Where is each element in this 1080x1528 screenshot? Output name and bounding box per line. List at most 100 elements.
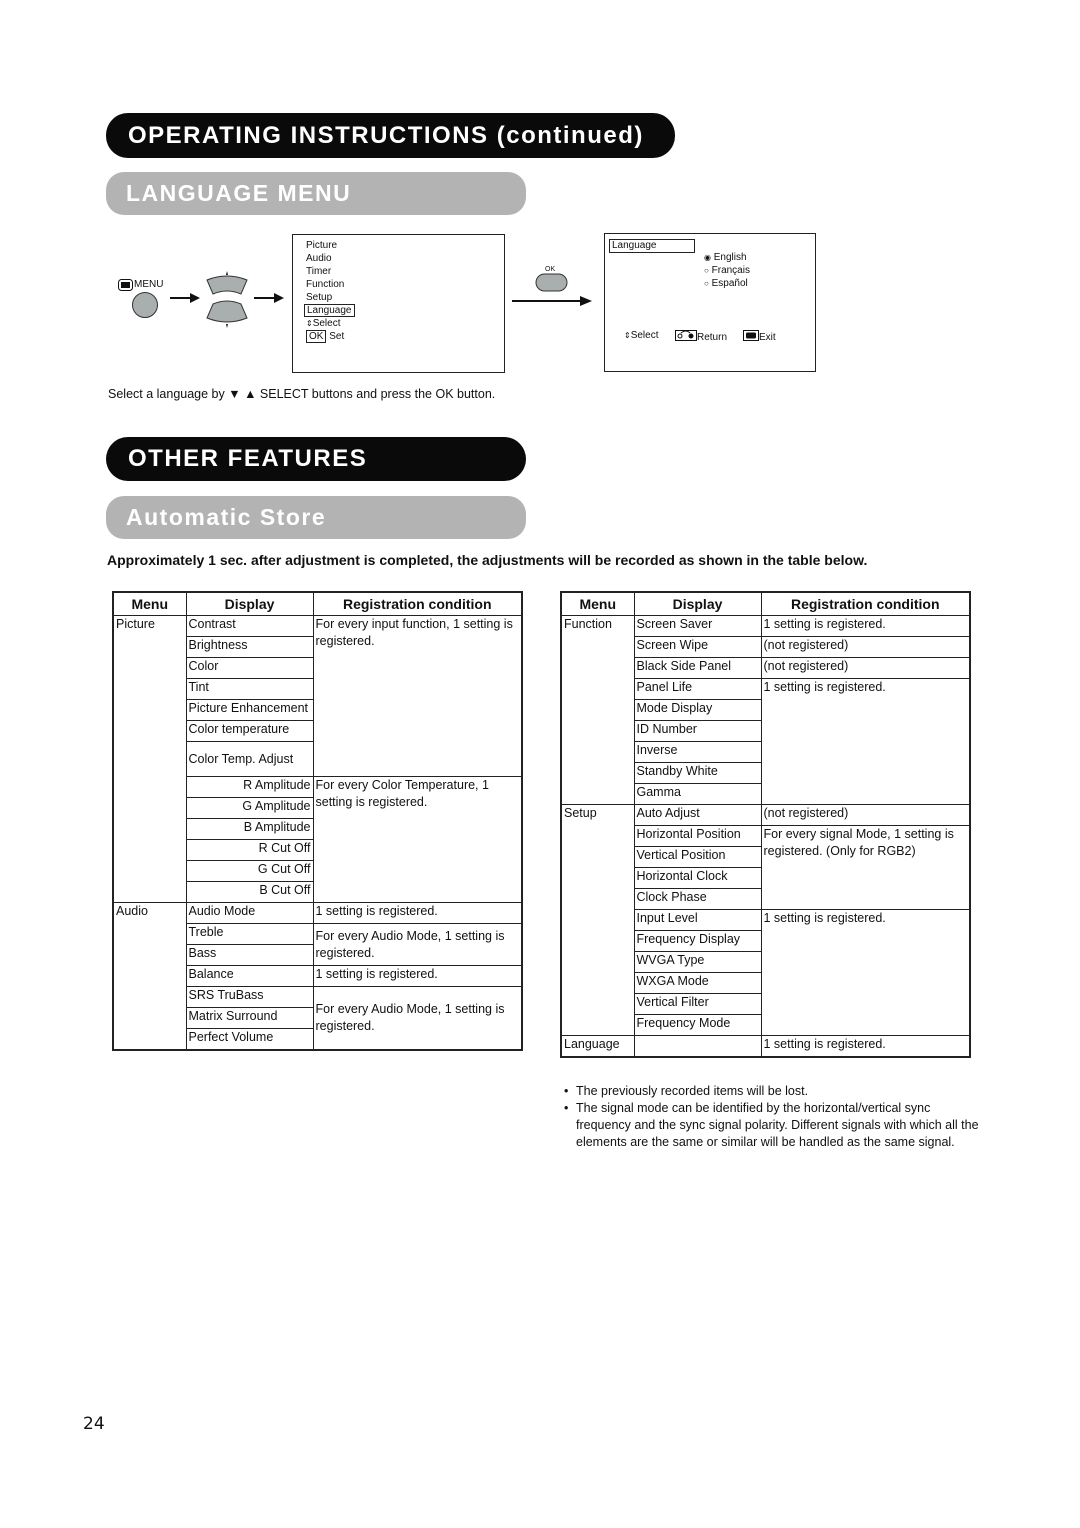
header-condition: Registration condition <box>312 591 523 616</box>
page-number: 24 <box>83 1414 105 1434</box>
display-cell: Tint <box>185 678 314 700</box>
main-menu-item-timer: Timer <box>306 266 332 277</box>
display-cell: Input Level <box>633 909 762 931</box>
up-select-button <box>206 275 248 295</box>
display-cell: B Amplitude <box>185 818 314 840</box>
left-registration-table: Menu Display Registration condition Pict… <box>112 591 523 1051</box>
note-text: The signal mode can be identified by the… <box>576 1101 979 1149</box>
language-option-label: English <box>713 252 747 263</box>
hint-select-label: Select <box>312 318 341 329</box>
language-caption: Select a language by ▼ ▲ SELECT buttons … <box>108 387 496 401</box>
menu-cell-function: Function <box>560 615 635 805</box>
hint-exit: Exit <box>743 330 776 343</box>
display-cell: Inverse <box>633 741 762 763</box>
section-title-other-features: OTHER FEATURES <box>106 437 526 481</box>
condition-cell: 1 setting is registered. <box>760 909 971 1036</box>
condition-cell: 1 setting is registered. <box>760 1035 971 1058</box>
header-menu: Menu <box>112 591 187 616</box>
bullet-icon: • <box>564 1084 569 1098</box>
return-icon <box>675 330 697 341</box>
display-cell <box>633 1035 762 1058</box>
language-menu-screen: Language ◉ English ○ Français ○ Español … <box>604 233 816 372</box>
display-cell: Perfect Volume <box>185 1028 314 1051</box>
menu-icon <box>118 279 133 291</box>
display-cell: Gamma <box>633 783 762 805</box>
ok-button[interactable] <box>535 272 569 294</box>
display-cell: G Cut Off <box>185 860 314 882</box>
display-cell: Screen Saver <box>633 615 762 637</box>
note-text: The previously recorded items will be lo… <box>576 1084 809 1098</box>
display-cell: Standby White <box>633 762 762 784</box>
condition-cell: (not registered) <box>760 804 971 826</box>
condition-cell: 1 setting is registered. <box>760 615 971 637</box>
display-cell: Brightness <box>185 636 314 658</box>
header-display: Display <box>633 591 762 616</box>
display-cell: Auto Adjust <box>633 804 762 826</box>
notes-list: • The previously recorded items will be … <box>564 1083 984 1151</box>
hint-return-label: Return <box>697 332 728 343</box>
note-item: • The previously recorded items will be … <box>564 1083 984 1100</box>
language-option-english[interactable]: ◉ English <box>704 252 747 263</box>
display-cell: Treble <box>185 923 314 945</box>
display-cell: Color Temp. Adjust <box>185 741 314 777</box>
header-display: Display <box>185 591 314 616</box>
table-row: Picture Contrast For every input functio… <box>112 615 523 903</box>
menu-cell-picture: Picture <box>112 615 187 903</box>
table-row: Audio Audio Mode 1 setting is registered… <box>112 902 523 1051</box>
display-cell: Frequency Display <box>633 930 762 952</box>
arrow-right-icon <box>512 296 592 306</box>
language-menu-title: Language <box>609 239 695 253</box>
exit-icon <box>743 330 759 341</box>
display-cell: ID Number <box>633 720 762 742</box>
menu-cell-audio: Audio <box>112 902 187 1051</box>
updown-icon: ⇕ <box>306 319 313 328</box>
condition-cell: (not registered) <box>760 636 971 658</box>
table-row: Language 1 setting is registered. <box>560 1035 971 1058</box>
display-cell: WVGA Type <box>633 951 762 973</box>
display-cell: R Amplitude <box>185 776 314 798</box>
hint-set-label: Set <box>329 331 345 342</box>
updown-icon: ⇕ <box>624 331 631 340</box>
display-cell: Color <box>185 657 314 679</box>
display-cell: Frequency Mode <box>633 1014 762 1036</box>
hint-ok-set: OK Set <box>306 330 345 343</box>
display-cell: Mode Display <box>633 699 762 721</box>
display-cell: Horizontal Clock <box>633 867 762 889</box>
hint-exit-label: Exit <box>759 332 776 343</box>
display-cell: R Cut Off <box>185 839 314 861</box>
arrow-right-icon <box>254 293 284 303</box>
section-title-text: OPERATING INSTRUCTIONS (continued) <box>128 121 644 149</box>
select-buttons[interactable] <box>205 268 250 330</box>
radio-selected-icon: ◉ <box>704 253 711 262</box>
display-cell: Vertical Position <box>633 846 762 868</box>
hint-select-label: Select <box>630 330 659 341</box>
main-menu-item-picture: Picture <box>306 240 338 251</box>
table-row: Function Screen Saver 1 setting is regis… <box>560 615 971 805</box>
radio-empty-icon: ○ <box>704 279 709 288</box>
display-cell: B Cut Off <box>185 881 314 903</box>
subsection-title-text: Automatic Store <box>126 504 327 530</box>
hint-return: Return <box>675 330 727 343</box>
display-cell: Contrast <box>185 615 314 637</box>
menu-cell-setup: Setup <box>560 804 635 1036</box>
display-cell: Vertical Filter <box>633 993 762 1015</box>
main-menu-item-setup: Setup <box>306 292 333 303</box>
condition-cell: 1 setting is registered. <box>760 678 971 805</box>
subsection-title-language-menu: LANGUAGE MENU <box>106 172 526 215</box>
hint-select: ⇕Select <box>306 318 341 329</box>
display-cell: Color temperature <box>185 720 314 742</box>
display-cell: Horizontal Position <box>633 825 762 847</box>
menu-button[interactable] <box>131 291 159 319</box>
main-menu-item-audio: Audio <box>306 253 332 264</box>
display-cell: Audio Mode <box>185 902 314 924</box>
ok-key-icon: OK <box>306 330 327 343</box>
table-header-row: Menu Display Registration condition <box>560 591 971 616</box>
display-cell: Screen Wipe <box>633 636 762 658</box>
language-option-label: Español <box>711 278 748 289</box>
subsection-title-text: LANGUAGE MENU <box>126 180 352 206</box>
header-condition: Registration condition <box>760 591 971 616</box>
display-cell: Balance <box>185 965 314 987</box>
language-option-espanol[interactable]: ○ Español <box>704 278 748 289</box>
section-title-operating-instructions: OPERATING INSTRUCTIONS (continued) <box>106 113 675 158</box>
language-option-francais[interactable]: ○ Français <box>704 265 750 276</box>
